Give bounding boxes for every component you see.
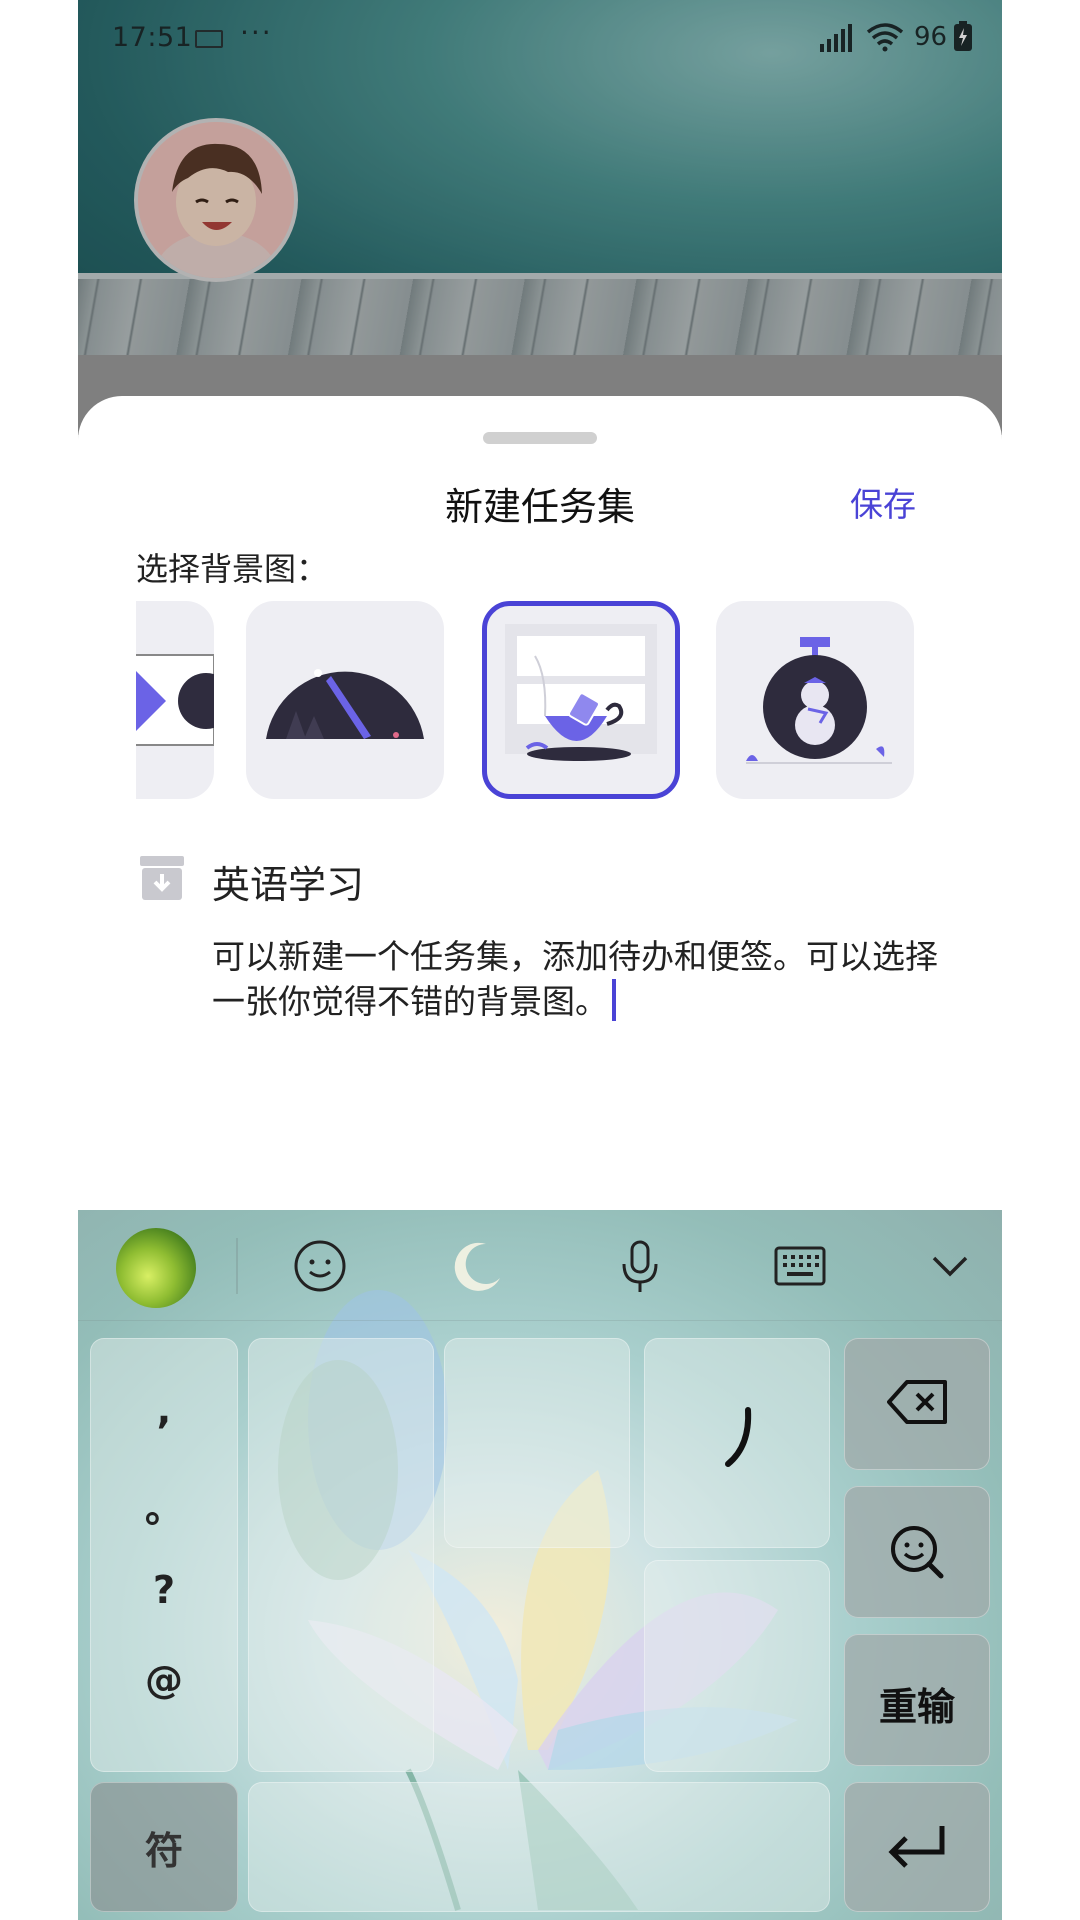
app-screen: 17:51 ··· 96 新建任务集 保存 选择背景图： 英语学习 可以新建一个… bbox=[78, 0, 1002, 1920]
punct-comma-key[interactable]: , bbox=[90, 1388, 238, 1432]
emoji-icon[interactable] bbox=[290, 1236, 350, 1296]
symbols-key[interactable]: 符 bbox=[90, 1782, 238, 1912]
handwriting-stroke bbox=[725, 1407, 752, 1467]
keyboard-icon[interactable] bbox=[770, 1236, 830, 1296]
background-thumb-3-selected[interactable] bbox=[482, 601, 680, 799]
text-cursor bbox=[612, 979, 616, 1021]
toolbar-divider bbox=[236, 1238, 238, 1294]
keyboard-toolbar bbox=[78, 1210, 1002, 1321]
enter-icon bbox=[888, 1826, 945, 1868]
task-set-name-input[interactable]: 英语学习 bbox=[212, 854, 364, 909]
reset-input-label: 重输 bbox=[878, 1685, 955, 1729]
punct-question-key[interactable]: ? bbox=[90, 1568, 238, 1612]
ime-keyboard: , 。 ? @ 重输 符 bbox=[78, 1210, 1002, 1920]
backspace-key[interactable] bbox=[844, 1338, 990, 1470]
punct-period-key[interactable]: 。 bbox=[90, 1478, 238, 1533]
background-thumb-4[interactable] bbox=[716, 601, 914, 799]
handwriting-pad-right[interactable] bbox=[644, 1338, 830, 1548]
moon-skin-icon[interactable] bbox=[450, 1236, 510, 1296]
handwriting-pad-left[interactable] bbox=[248, 1338, 434, 1772]
background-thumb-1[interactable] bbox=[136, 601, 214, 799]
punct-at-key[interactable]: @ bbox=[90, 1658, 238, 1702]
background-thumbnail-list[interactable] bbox=[136, 601, 1002, 801]
symbols-key-label: 符 bbox=[144, 1829, 183, 1873]
sheet-drag-handle[interactable] bbox=[483, 432, 597, 444]
keyboard-skin-avatar[interactable] bbox=[116, 1228, 196, 1308]
handwriting-pad-right-lower[interactable] bbox=[644, 1560, 830, 1772]
mic-icon[interactable] bbox=[610, 1236, 670, 1296]
handwriting-pad-mid[interactable] bbox=[444, 1338, 630, 1548]
task-set-description-input[interactable]: 可以新建一个任务集，添加待办和便签。可以选择一张你觉得不错的背景图。 bbox=[212, 934, 952, 1024]
chevron-down-icon[interactable] bbox=[920, 1236, 980, 1296]
save-button[interactable]: 保存 bbox=[850, 478, 916, 526]
background-thumb-2[interactable] bbox=[246, 601, 444, 799]
emoji-search-icon bbox=[891, 1526, 944, 1579]
archive-icon bbox=[140, 856, 184, 900]
backspace-icon bbox=[887, 1380, 947, 1424]
new-task-set-sheet: 新建任务集 保存 选择背景图： 英语学习 可以新建一个任务集，添加待办和便签。可… bbox=[78, 396, 1002, 1210]
space-key[interactable] bbox=[248, 1782, 830, 1912]
reset-input-key[interactable]: 重输 bbox=[844, 1634, 990, 1766]
task-set-description-text: 可以新建一个任务集，添加待办和便签。可以选择一张你觉得不错的背景图。 bbox=[212, 937, 938, 1021]
background-select-label: 选择背景图： bbox=[136, 550, 329, 588]
enter-key[interactable] bbox=[844, 1782, 990, 1912]
emoji-search-key[interactable] bbox=[844, 1486, 990, 1618]
punctuation-column[interactable]: , 。 ? @ bbox=[90, 1338, 238, 1772]
